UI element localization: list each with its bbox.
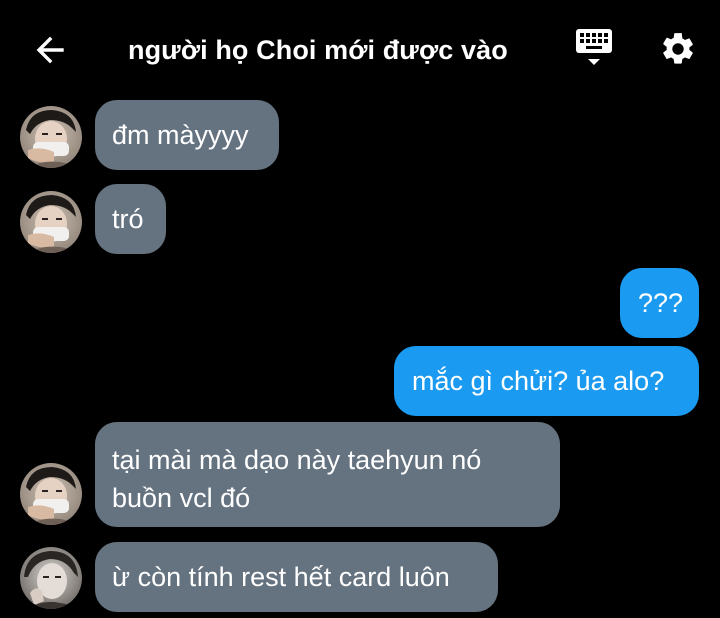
avatar-image — [20, 463, 82, 525]
gear-icon — [663, 33, 693, 64]
message-text-line: tại mài mà dạo này taehyun nó — [112, 445, 482, 475]
message-text: ừ còn tính rest hết card luôn — [112, 562, 450, 592]
avatar[interactable] — [20, 106, 82, 168]
arrow-left-icon — [36, 36, 64, 64]
avatar[interactable] — [20, 547, 82, 609]
avatar[interactable] — [20, 463, 82, 525]
keyboard-icon — [576, 29, 612, 65]
message-text: mắc gì chửi? ủa alo? — [412, 366, 665, 396]
message-bubble-incoming[interactable]: ừ còn tính rest hết card luôn — [95, 542, 498, 612]
message-text: tró — [112, 204, 144, 234]
message-text: đm màyyyy — [112, 120, 249, 150]
message-text: ??? — [638, 288, 684, 318]
avatar-image — [20, 106, 82, 168]
avatar[interactable] — [20, 191, 82, 253]
message-bubble-incoming[interactable]: tró — [95, 184, 166, 254]
message-bubble-incoming[interactable]: đm màyyyy — [95, 100, 279, 170]
message-bubble-incoming[interactable]: tại mài mà dạo này taehyun nó buồn vcl đ… — [95, 422, 560, 527]
message-bubble-outgoing[interactable]: mắc gì chửi? ủa alo? — [394, 346, 699, 416]
keyboard-button[interactable] — [572, 26, 616, 74]
message-text-line: buồn vcl đó — [112, 483, 251, 513]
chat-title: người họ Choi mới được vào — [128, 35, 508, 65]
top-bar: người họ Choi mới được vào — [0, 0, 720, 96]
settings-button[interactable] — [655, 26, 701, 72]
avatar-image — [20, 547, 82, 609]
avatar-image — [20, 191, 82, 253]
message-bubble-outgoing[interactable]: ??? — [620, 268, 699, 338]
back-button[interactable] — [28, 28, 72, 72]
